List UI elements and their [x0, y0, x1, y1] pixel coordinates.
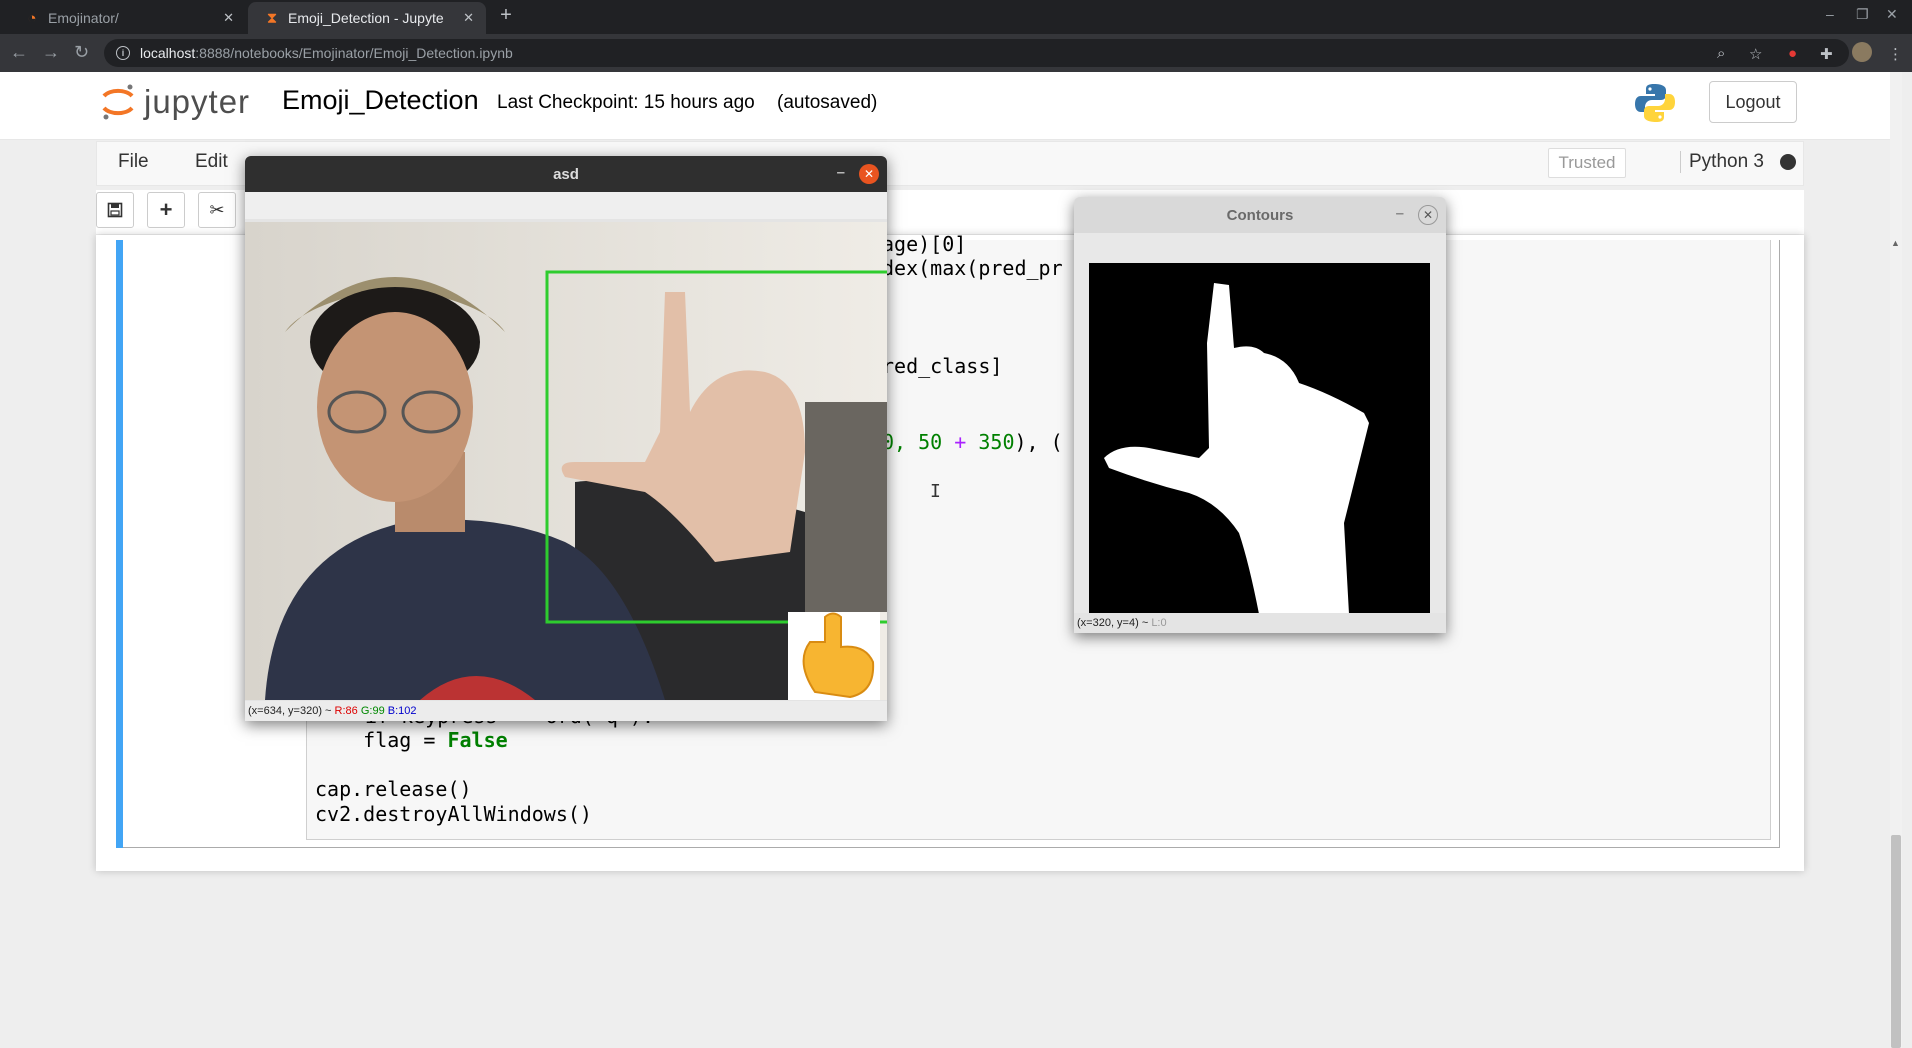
window-toolbar-area [245, 192, 887, 219]
webcam-image [245, 222, 887, 700]
jupyter-icon: ◔ [27, 9, 37, 27]
trusted-indicator[interactable]: Trusted [1548, 148, 1626, 178]
minimize-icon[interactable]: – [837, 164, 845, 181]
extension-shield-icon[interactable]: ● [1788, 45, 1797, 62]
window-titlebar[interactable]: asd – ✕ [245, 156, 887, 192]
window-status-bar: (x=634, y=320) ~ R:86 G:99 B:102 [245, 701, 887, 721]
zoom-icon[interactable]: ⌕ [1717, 45, 1725, 62]
code-line: cap.release() [315, 777, 472, 801]
opencv-window-contours[interactable]: Contours – ✕ (x=320, y=4) ~ L:0 [1074, 197, 1446, 633]
insert-cell-icon[interactable]: + [147, 192, 185, 228]
minimize-icon[interactable]: – [1826, 6, 1834, 22]
code-line: flag = False [315, 728, 508, 752]
kernel-name: Python 3 [1680, 151, 1764, 173]
browser-menu-icon[interactable]: ⋮ [1888, 45, 1903, 63]
bookmark-star-icon[interactable]: ☆ [1749, 45, 1762, 63]
webcam-frame [245, 222, 887, 700]
close-tab-icon[interactable]: ✕ [223, 10, 234, 26]
opencv-window-asd[interactable]: asd – ✕ (x=634, y=320) ~ R:86 G:99 B:102 [245, 156, 887, 721]
scrollbar-thumb[interactable] [1891, 835, 1901, 1048]
url-input[interactable]: i localhost:8888/notebooks/Emojinator/Em… [104, 39, 1849, 67]
forward-icon[interactable]: → [42, 42, 60, 63]
hourglass-icon: ⧗ [266, 9, 278, 27]
kernel-status-icon [1780, 154, 1796, 170]
profile-avatar[interactable] [1852, 42, 1872, 62]
notebook-title[interactable]: Emoji_Detection [282, 85, 479, 116]
reload-icon[interactable]: ↻ [74, 42, 89, 63]
close-icon[interactable]: ✕ [1418, 205, 1438, 225]
logout-button[interactable]: Logout [1709, 81, 1797, 123]
code-line: age)[0] [882, 232, 967, 256]
window-status-bar: (x=320, y=4) ~ L:0 [1074, 613, 1446, 633]
extensions-puzzle-icon[interactable]: ✚ [1820, 45, 1833, 63]
code-line: cv2.destroyAllWindows() [315, 802, 592, 826]
python-logo-icon [1634, 82, 1676, 129]
text-cursor-icon: I [930, 481, 941, 502]
menu-edit[interactable]: Edit [195, 151, 228, 173]
info-icon[interactable]: i [116, 46, 130, 60]
address-bar-row: ← → ↻ i localhost:8888/notebooks/Emojina… [0, 34, 1912, 72]
jupyter-logo-icon [102, 84, 134, 120]
contour-image [1104, 283, 1369, 614]
minimize-icon[interactable]: – [1396, 205, 1404, 222]
new-tab-button[interactable]: + [494, 4, 518, 30]
window-titlebar[interactable]: Contours – ✕ [1074, 197, 1446, 233]
restore-icon[interactable]: ❐ [1856, 6, 1869, 23]
close-tab-icon[interactable]: ✕ [463, 10, 474, 26]
code-line: red_class] [882, 354, 1003, 378]
jupyter-logo[interactable]: jupyter [100, 82, 250, 122]
cut-icon[interactable]: ✂ [198, 192, 236, 228]
cell-selection-bar [116, 240, 123, 848]
close-icon[interactable]: ✕ [859, 164, 879, 184]
code-line: 0, 50 + 350), ( [882, 430, 1063, 454]
tab-emoji-detection[interactable]: ⧗ Emoji_Detection - Jupyte ✕ [248, 2, 486, 34]
code-line: dex(max(pred_pr [882, 256, 1063, 280]
scroll-up-icon[interactable]: ▲ [1891, 238, 1900, 248]
back-icon[interactable]: ← [10, 42, 28, 63]
checkpoint-status: Last Checkpoint: 15 hours ago [497, 92, 755, 113]
contour-frame [1089, 263, 1430, 614]
close-window-icon[interactable]: ✕ [1886, 6, 1898, 23]
menu-file[interactable]: File [118, 151, 149, 173]
save-icon[interactable] [96, 192, 134, 228]
tab-emojinator[interactable]: ◔ Emojinator/ ✕ [8, 2, 246, 34]
autosave-status: (autosaved) [777, 92, 878, 113]
